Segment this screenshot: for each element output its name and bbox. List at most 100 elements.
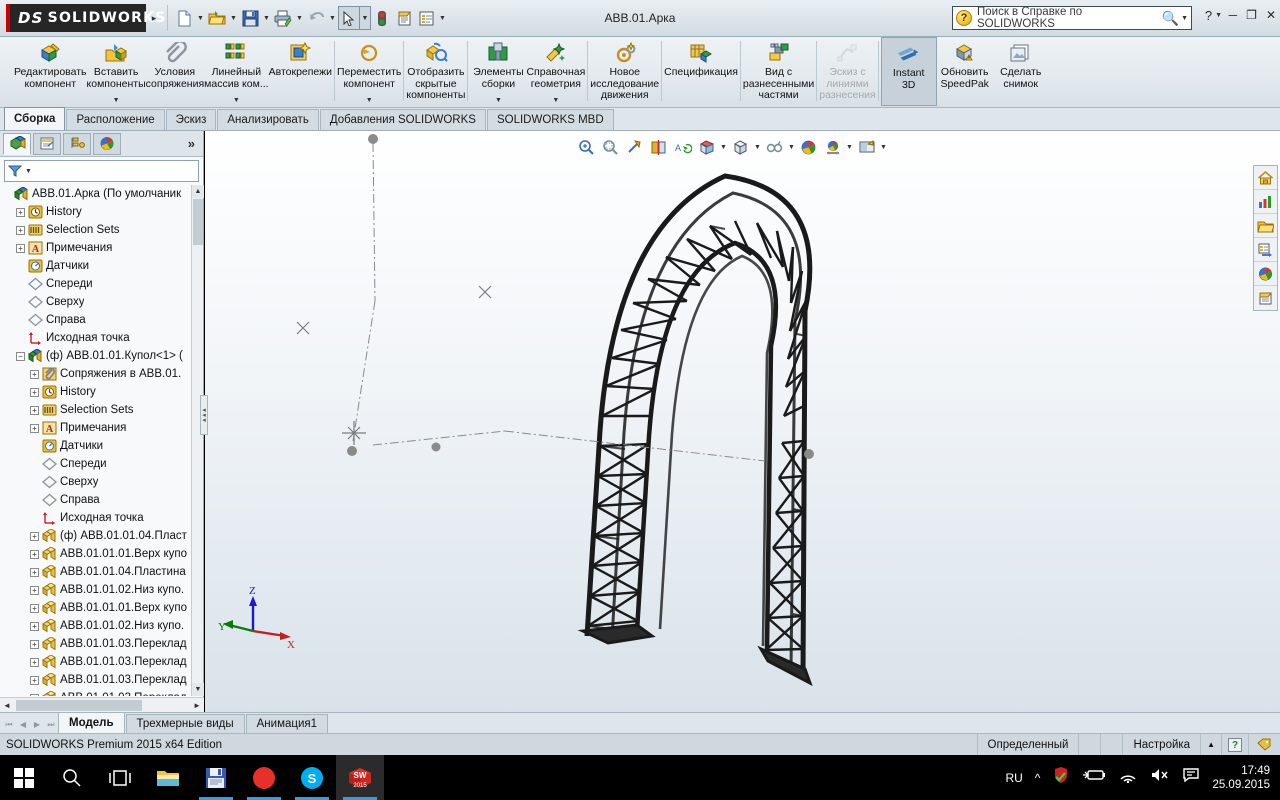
tree-node[interactable]: + ABB.01.01.03.Переклад	[2, 635, 191, 653]
scroll-thumb[interactable]	[193, 199, 203, 245]
tree-node[interactable]: ABB.01.Арка (По умолчаник	[2, 185, 191, 203]
tree-node[interactable]: Справа	[2, 491, 191, 509]
feature-tree[interactable]: ABB.01.Арка (По умолчаник + History + Select…	[2, 185, 191, 696]
tree-node[interactable]: Датчики	[2, 257, 191, 275]
expand-node-icon[interactable]: +	[30, 423, 39, 433]
status-help-badge[interactable]: ?	[1221, 733, 1248, 756]
status-tag-icon[interactable]	[1248, 733, 1280, 756]
ribbon-button-show-hidden[interactable]: Отобразить скрытые компоненты	[406, 37, 465, 106]
command-tab-4[interactable]: Добавления SOLIDWORKS	[319, 109, 486, 130]
taskbar-clock[interactable]: 17:49 25.09.2015	[1212, 764, 1270, 792]
ribbon-dropdown-caret-icon[interactable]: ▼	[113, 97, 120, 104]
ribbon-button-new-motion-study[interactable]: Новое исследование движения	[590, 37, 659, 106]
language-indicator[interactable]: RU	[1005, 771, 1022, 785]
ribbon-button-exploded-view[interactable]: Вид с разнесенными частями	[743, 37, 814, 106]
status-expand-caret-icon[interactable]: ▲	[1200, 733, 1221, 756]
expand-node-icon[interactable]: +	[30, 657, 39, 667]
taskbar-file-explorer-icon[interactable]	[144, 755, 192, 800]
file-properties-button[interactable]	[393, 6, 415, 30]
expand-node-icon[interactable]: +	[16, 243, 25, 253]
ribbon-button-assembly-features[interactable]: Элементы сборки ▼	[470, 37, 526, 106]
ribbon-button-take-snapshot[interactable]: Сделать снимок	[993, 37, 1049, 106]
tree-node[interactable]: Сверху	[2, 293, 191, 311]
help-icon[interactable]: ?	[1205, 8, 1212, 23]
restore-button[interactable]: ❐	[1246, 8, 1257, 22]
expand-node-icon[interactable]: +	[30, 567, 39, 577]
command-tab-2[interactable]: Эскиз	[165, 109, 217, 130]
wifi-icon[interactable]	[1118, 767, 1138, 788]
rebuild-button[interactable]	[371, 6, 393, 30]
options-button[interactable]	[415, 6, 437, 30]
ribbon-dropdown-caret-icon[interactable]: ▼	[233, 97, 240, 104]
tree-node[interactable]: + ABB.01.01.03.Переклад	[2, 653, 191, 671]
tree-node[interactable]: Спереди	[2, 455, 191, 473]
tree-node[interactable]: + ABB.01.01.02.Низ купо.	[2, 581, 191, 599]
ribbon-button-smart-fasteners[interactable]: Автокрепежи	[269, 37, 332, 106]
ribbon-button-move-component[interactable]: Переместить компонент ▼	[337, 37, 401, 106]
tree-node[interactable]: Датчики	[2, 437, 191, 455]
select-button[interactable]	[338, 6, 360, 30]
antivirus-shield-icon[interactable]	[1052, 766, 1070, 789]
expand-node-icon[interactable]: +	[30, 369, 39, 379]
tree-node[interactable]: + (ф) ABB.01.01.04.Пласт	[2, 527, 191, 545]
tree-node[interactable]: + ABB.01.01.01.Верх купо	[2, 545, 191, 563]
tree-node[interactable]: + ABB.01.01.01.Верх купо	[2, 599, 191, 617]
configuration-manager-tab[interactable]	[63, 132, 91, 155]
tree-node[interactable]: + Selection Sets	[2, 401, 191, 419]
print-caret-icon[interactable]: ▼	[294, 6, 305, 30]
ribbon-button-bill-of-materials[interactable]: Спецификация	[664, 37, 738, 106]
scroll-left-button[interactable]: ◄	[0, 699, 14, 712]
battery-icon[interactable]	[1082, 767, 1106, 788]
tree-node[interactable]: + ABB.01.01.03.Переклад	[2, 689, 191, 696]
panel-splitter-handle[interactable]: ◂ ◂ ◂	[200, 395, 208, 435]
search-caret-icon[interactable]: ▼	[1181, 15, 1188, 22]
tree-node[interactable]: + History	[2, 203, 191, 221]
expand-node-icon[interactable]: +	[30, 603, 39, 613]
command-tab-0[interactable]: Сборка	[4, 107, 66, 130]
tree-node[interactable]: Исходная точка	[2, 509, 191, 527]
hscroll-track[interactable]	[14, 699, 190, 711]
windows-start-icon[interactable]	[0, 755, 48, 800]
expand-node-icon[interactable]: +	[30, 405, 39, 415]
tree-node[interactable]: + History	[2, 383, 191, 401]
taskbar-search-icon[interactable]	[48, 755, 96, 800]
options-caret-icon[interactable]: ▼	[437, 6, 448, 30]
search-icon[interactable]: 🔍	[1162, 10, 1179, 27]
ribbon-button-linear-pattern[interactable]: Линейный массив ком... ▼	[204, 37, 269, 106]
tree-horizontal-scrollbar[interactable]: ◄ ►	[0, 697, 204, 712]
ribbon-dropdown-caret-icon[interactable]: ▼	[495, 97, 502, 104]
document-tab-0[interactable]: Модель	[58, 712, 125, 733]
collapse-node-icon[interactable]: −	[16, 351, 25, 361]
menu-expand-arrow-icon[interactable]: ▸	[146, 4, 162, 32]
tree-node[interactable]: + ABB.01.01.04.Пластина	[2, 563, 191, 581]
undo-button[interactable]	[305, 6, 327, 30]
expand-node-icon[interactable]: +	[30, 549, 39, 559]
minimize-button[interactable]: ─	[1229, 8, 1238, 22]
filter-caret-icon[interactable]: ▼	[25, 168, 32, 175]
expand-node-icon[interactable]: +	[30, 585, 39, 595]
property-manager-tab[interactable]	[33, 132, 61, 155]
tree-node[interactable]: + ABB.01.01.03.Переклад	[2, 671, 191, 689]
taskbar-yandex-icon[interactable]	[240, 755, 288, 800]
graphics-viewport[interactable]: ▤ ▦ ─ ❐ ✕ A ▼	[205, 131, 1280, 712]
tree-node[interactable]: Сверху	[2, 473, 191, 491]
scroll-right-button[interactable]: ►	[190, 699, 204, 712]
display-manager-tab[interactable]	[93, 132, 121, 155]
ribbon-button-reference-geometry[interactable]: Справочная геометрия ▼	[526, 37, 585, 106]
expand-node-icon[interactable]: +	[30, 621, 39, 631]
tree-node[interactable]: Спереди	[2, 275, 191, 293]
ribbon-button-insert-components[interactable]: Вставить компоненты ▼	[87, 37, 146, 106]
next-tab-button[interactable]: ▶	[30, 716, 44, 733]
ribbon-button-instant-3d[interactable]: Instant 3D	[880, 37, 937, 106]
taskbar-task-view-icon[interactable]	[96, 755, 144, 800]
help-caret-icon[interactable]: ▼	[1215, 12, 1222, 19]
truss-arch-model[interactable]: Z X Y	[205, 131, 1280, 712]
tree-node[interactable]: + A Примечания	[2, 239, 191, 257]
tree-node[interactable]: Исходная точка	[2, 329, 191, 347]
customize-label[interactable]: Настройка	[1122, 733, 1200, 756]
select-caret-icon[interactable]: ▼	[360, 6, 371, 30]
notifications-icon[interactable]	[1182, 767, 1200, 788]
taskbar-skype-icon[interactable]: S	[288, 755, 336, 800]
tree-node[interactable]: + A Примечания	[2, 419, 191, 437]
expand-node-icon[interactable]: +	[30, 693, 39, 696]
